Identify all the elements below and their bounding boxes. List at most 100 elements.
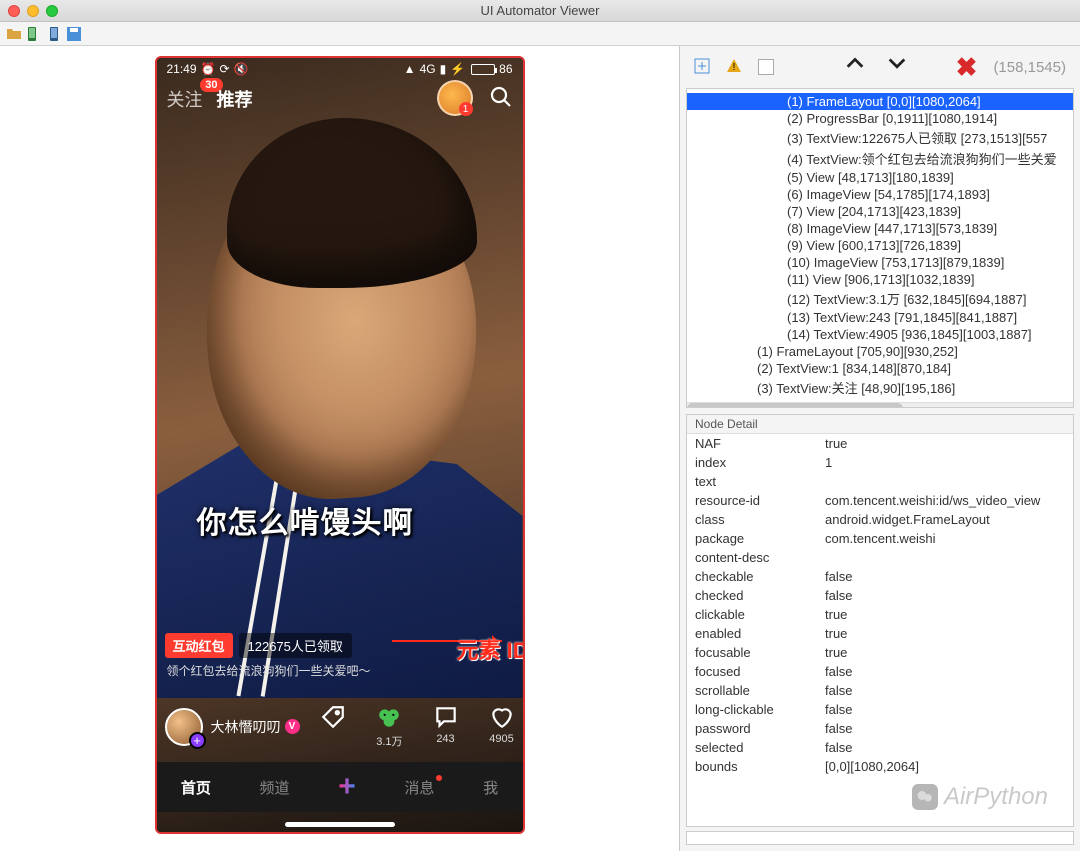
sync-icon: ⟳	[219, 62, 229, 76]
detail-row: content-desc	[687, 548, 1073, 567]
top-nav: 关注 30 推荐	[167, 86, 253, 112]
tree-row[interactable]: (3) TextView:122675人已领取 [273,1513][557	[687, 127, 1073, 148]
tree-hscrollbar[interactable]	[687, 402, 1073, 408]
watermark: AirPython	[912, 783, 1048, 811]
detail-row: classandroid.widget.FrameLayout	[687, 510, 1073, 529]
warning-icon[interactable]: !	[726, 58, 742, 77]
save-icon[interactable]	[66, 26, 82, 42]
next-node-icon[interactable]	[884, 53, 910, 81]
like-count: 4905	[489, 733, 513, 745]
naf-checkbox[interactable]	[758, 59, 774, 75]
app-toolbar	[0, 22, 1080, 46]
mute-icon: 🔇	[234, 62, 249, 76]
svg-text:!: !	[733, 62, 736, 73]
clear-icon[interactable]: ✖	[956, 52, 978, 83]
detail-key: NAF	[687, 434, 817, 453]
tree-row[interactable]: (7) View [204,1713][423,1839]	[687, 203, 1073, 220]
tree-row[interactable]: (11) View [906,1713][1032,1839]	[687, 271, 1073, 288]
tree-row[interactable]: (6) ImageView [54,1785][174,1893]	[687, 186, 1073, 203]
redpacket-row[interactable]: 互动红包 122675人已领取	[165, 633, 352, 658]
tree-row[interactable]: (5) View [48,1713][180,1839]	[687, 169, 1073, 186]
author-row: + 大林憯叨叨 V 3.1万 243	[165, 704, 515, 749]
detail-key: password	[687, 719, 817, 738]
detail-key: checked	[687, 586, 817, 605]
battery-icon	[471, 64, 495, 75]
detail-value: true	[817, 624, 1073, 643]
detail-key: package	[687, 529, 817, 548]
device-dump-icon[interactable]	[46, 26, 62, 42]
search-icon[interactable]	[489, 85, 513, 112]
detail-key: clickable	[687, 605, 817, 624]
tab-message[interactable]: 消息	[404, 777, 434, 798]
tree-row[interactable]: (2) TextView:1 [834,148][870,184]	[687, 360, 1073, 377]
wifi-icon: ▲	[404, 62, 416, 76]
wechat-icon	[912, 784, 938, 810]
detail-row: clickabletrue	[687, 605, 1073, 624]
tag-button[interactable]	[320, 704, 346, 745]
device-screenshot-icon[interactable]	[26, 26, 42, 42]
detail-row: long-clickablefalse	[687, 700, 1073, 719]
action-bar: 3.1万 243 4905	[320, 704, 514, 749]
hierarchy-tree[interactable]: (1) FrameLayout [0,0][1080,2064](2) Prog…	[686, 88, 1074, 408]
detail-key: long-clickable	[687, 700, 817, 719]
tree-row[interactable]: (9) View [600,1713][726,1839]	[687, 237, 1073, 254]
detail-key: checkable	[687, 567, 817, 586]
inspector-toolbar: ! ✖ (158,1545)	[680, 46, 1080, 88]
annotation-text: 元素 ID 不存在	[457, 633, 525, 665]
tree-row[interactable]: (13) TextView:243 [791,1845][841,1887]	[687, 309, 1073, 326]
detail-value: false	[817, 700, 1073, 719]
node-detail-header: Node Detail	[687, 415, 1073, 434]
tree-row[interactable]: (2) ProgressBar [0,1911][1080,1914]	[687, 110, 1073, 127]
tree-row[interactable]: (1) FrameLayout [0,0][1080,2064]	[687, 93, 1073, 110]
window-title: UI Automator Viewer	[0, 3, 1080, 18]
follow-plus-icon[interactable]: +	[189, 732, 206, 749]
author-avatar[interactable]: +	[165, 708, 203, 746]
detail-row: checkablefalse	[687, 567, 1073, 586]
like-button[interactable]: 4905	[489, 704, 515, 745]
tree-row[interactable]: (1) FrameLayout [705,90][930,252]	[687, 343, 1073, 360]
tree-row[interactable]: (8) ImageView [447,1713][573,1839]	[687, 220, 1073, 237]
detail-key: resource-id	[687, 491, 817, 510]
detail-value: false	[817, 681, 1073, 700]
detail-value: com.tencent.weishi:id/ws_video_view	[817, 491, 1073, 510]
detail-value: false	[817, 567, 1073, 586]
detail-value: [0,0][1080,2064]	[817, 757, 1073, 776]
tree-row[interactable]: (4) TextView:领个红包去给流浪狗狗们一些关爱	[687, 148, 1073, 169]
prev-node-icon[interactable]	[842, 53, 868, 81]
tab-home[interactable]: 首页	[181, 777, 211, 798]
expand-all-icon[interactable]	[694, 58, 710, 77]
detail-value: false	[817, 738, 1073, 757]
device-frame[interactable]: 21:49 ⏰ ⟳ 🔇 ▲ 4G ▮ ⚡ 86 关注 30	[155, 56, 525, 834]
watermark-text: AirPython	[944, 783, 1048, 811]
detail-row: focusedfalse	[687, 662, 1073, 681]
tree-row[interactable]: (14) TextView:4905 [936,1845][1003,1887]	[687, 326, 1073, 343]
comment-button[interactable]: 243	[433, 704, 459, 745]
battery-pct: 86	[499, 62, 512, 76]
main-split: 21:49 ⏰ ⟳ 🔇 ▲ 4G ▮ ⚡ 86 关注 30	[0, 46, 1080, 851]
tree-row[interactable]: (12) TextView:3.1万 [632,1845][694,1887]	[687, 288, 1073, 309]
redpacket-tag: 互动红包	[165, 633, 233, 658]
tab-channel[interactable]: 频道	[260, 777, 290, 798]
detail-key: content-desc	[687, 548, 817, 567]
tab-me[interactable]: 我	[483, 777, 498, 798]
gift-icon[interactable]	[437, 80, 473, 116]
author-name[interactable]: 大林憯叨叨 V	[211, 717, 300, 737]
open-file-icon[interactable]	[6, 26, 22, 42]
tree-row[interactable]: (3) TextView:关注 [48,90][195,186]	[687, 377, 1073, 398]
detail-row: text	[687, 472, 1073, 491]
detail-row: enabledtrue	[687, 624, 1073, 643]
detail-value	[817, 548, 1073, 567]
window-titlebar: UI Automator Viewer	[0, 0, 1080, 22]
status-left: 21:49 ⏰ ⟳ 🔇	[167, 62, 249, 76]
tab-follow[interactable]: 关注 30	[167, 86, 203, 112]
signal-icon: ▮	[440, 62, 447, 76]
tab-recommend[interactable]: 推荐	[217, 86, 253, 112]
tree-row[interactable]: (10) ImageView [753,1713][879,1839]	[687, 254, 1073, 271]
tag-count	[332, 733, 335, 745]
node-detail-table[interactable]: NAFtrueindex1textresource-idcom.tencent.…	[687, 434, 1073, 826]
comment-count: 243	[436, 733, 454, 745]
create-button[interactable]: +	[338, 770, 356, 804]
share-button[interactable]: 3.1万	[376, 704, 402, 749]
tab-follow-label: 关注	[167, 90, 203, 110]
charge-icon: ⚡	[450, 62, 465, 76]
